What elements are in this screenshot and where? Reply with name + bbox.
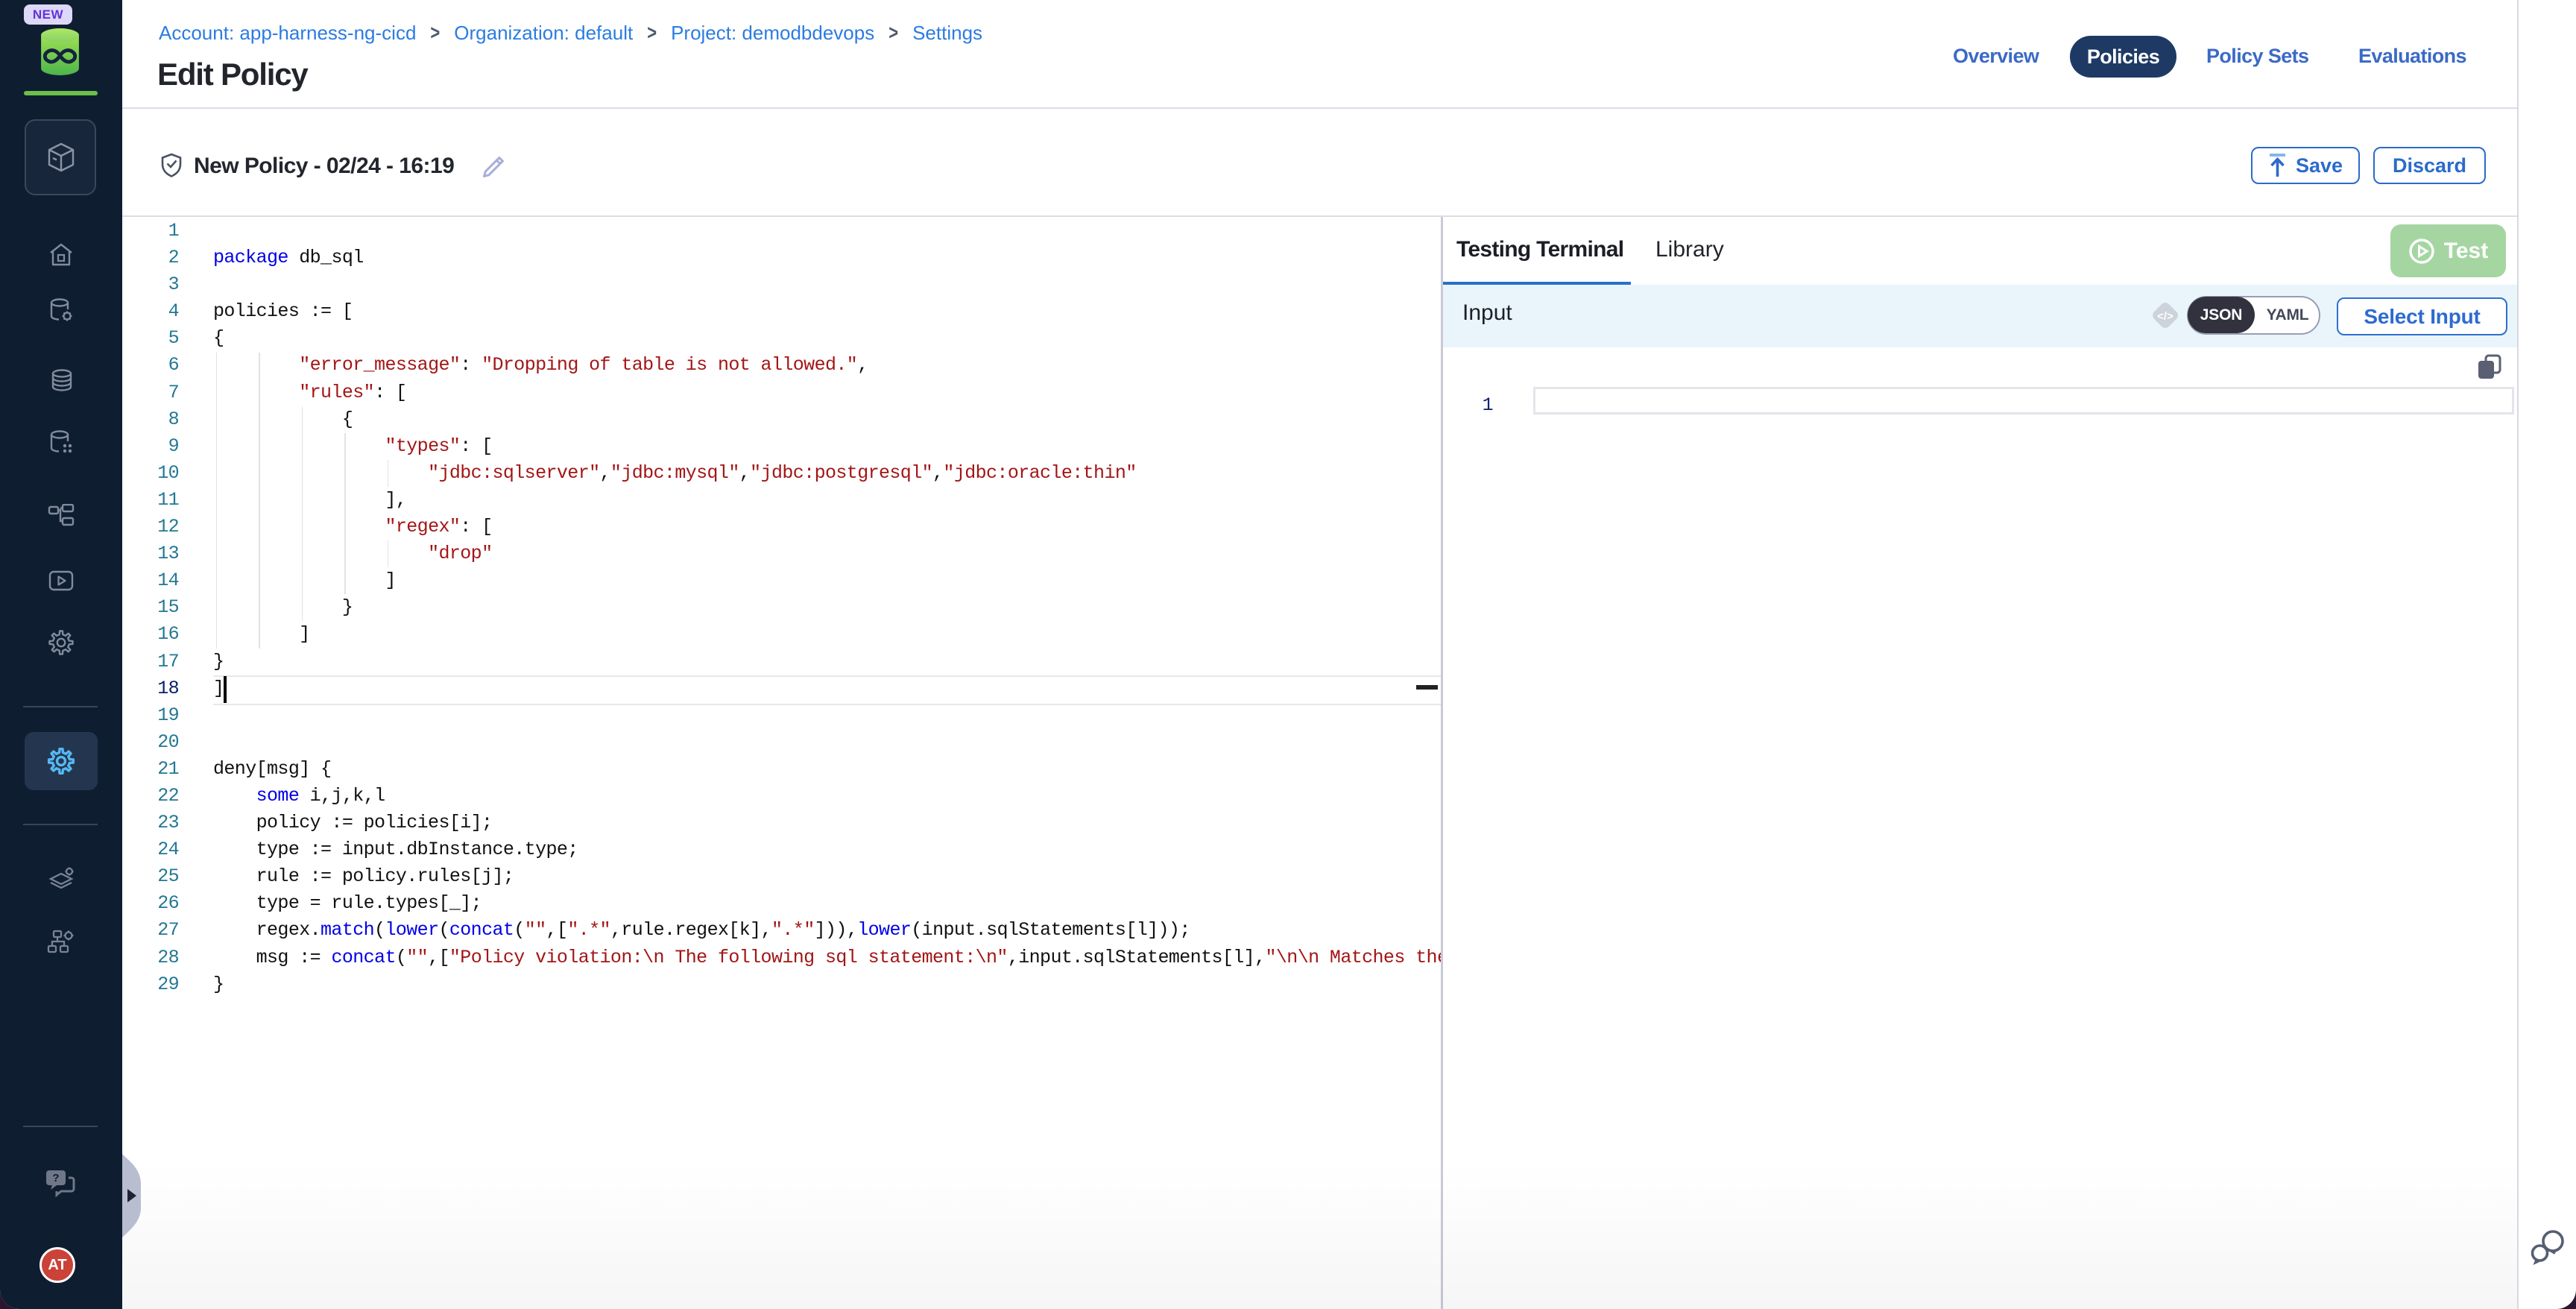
svg-text:</>: </> <box>2157 310 2174 323</box>
svg-text:?: ? <box>52 1172 59 1185</box>
